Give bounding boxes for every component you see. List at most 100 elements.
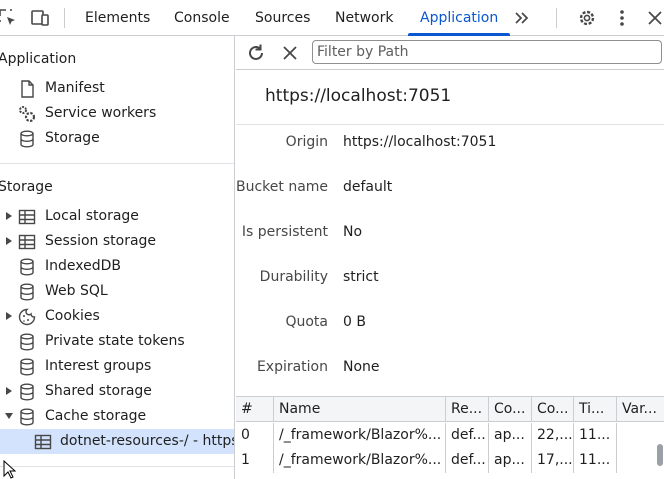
cell-name: /_framework/Blazor%... [274,448,446,473]
sidebar-item-dotnet-resources-cache[interactable]: dotnet-resources-/ - https [0,429,235,454]
sidebar-item-interest-groups[interactable]: Interest groups [0,354,234,379]
cell-content-length: 17,... [532,448,574,473]
column-header-content-length[interactable]: Co... [532,397,574,422]
devtools-tabbar: Elements Console Sources Network Applica… [0,0,664,36]
database-icon [20,130,34,148]
quota-key: Quota [285,314,328,330]
durability-value: strict [343,269,379,285]
column-header-time-cached[interactable]: Ti... [574,397,617,422]
column-header-content-type[interactable]: Co... [489,397,532,422]
origin-key: Origin [285,134,328,150]
cookie-icon [18,308,36,326]
sidebar-divider [0,466,234,467]
table-row[interactable]: 1 /_framework/Blazor%... def... ap... 17… [236,448,664,473]
expiration-value: None [343,359,380,375]
file-icon [21,80,34,98]
sidebar-item-indexeddb[interactable]: IndexedDB [0,254,234,279]
cell-time-cached: 11... [574,448,617,473]
filter-by-path-input[interactable] [312,40,662,64]
database-icon [20,333,34,351]
is-persistent-key: Is persistent [241,224,328,240]
cell-response-type: def... [446,448,489,473]
sidebar-item-storage[interactable]: Storage [0,126,234,151]
collapse-arrow-icon[interactable] [4,411,14,421]
title-divider [236,124,664,125]
table-row[interactable]: 0 /_framework/Blazor%... def... ap... 22… [236,423,664,448]
clear-icon[interactable] [280,43,300,63]
cell-content-type: ap... [489,448,532,473]
quota-value: 0 B [343,314,366,330]
kebab-menu-icon[interactable] [612,8,632,28]
cell-index: 0 [236,423,274,448]
sidebar-item-manifest[interactable]: Manifest [0,76,234,101]
sidebar-item-label: Session storage [45,233,157,249]
sidebar-item-cookies[interactable]: Cookies [0,304,234,329]
tab-elements[interactable]: Elements [85,0,150,36]
database-icon [20,283,34,301]
expand-arrow-icon[interactable] [4,386,14,396]
database-icon [20,383,34,401]
close-devtools-icon[interactable] [645,8,664,28]
application-sidebar: Application Manifest Service workers Sto… [0,36,235,479]
sidebar-item-local-storage[interactable]: Local storage [0,204,234,229]
sidebar-item-label: Web SQL [45,283,108,299]
tab-network[interactable]: Network [335,0,393,36]
toolbar-divider [556,8,557,28]
database-icon [20,408,34,426]
sidebar-item-label: IndexedDB [45,258,121,274]
tab-console[interactable]: Console [174,0,230,36]
sidebar-item-web-sql[interactable]: Web SQL [0,279,234,304]
tab-application[interactable]: Application [420,0,498,36]
mouse-cursor-icon [3,460,17,479]
cell-content-length: 22,... [532,423,574,448]
sidebar-item-label: Service workers [45,105,157,121]
sidebar-item-label: dotnet-resources-/ - https [60,433,235,449]
expand-arrow-icon[interactable] [4,311,14,321]
column-header-response-type[interactable]: Re... [446,397,489,422]
cell-response-type: def... [446,423,489,448]
expiration-key: Expiration [256,359,328,375]
settings-gear-icon[interactable] [577,8,597,28]
inspect-element-icon[interactable] [0,8,18,28]
more-tabs-chevron-icon[interactable] [512,8,532,28]
cell-index: 1 [236,448,274,473]
column-header-vary-header[interactable]: Var... [617,397,664,422]
tab-sources[interactable]: Sources [255,0,310,36]
sidebar-item-label: Manifest [45,80,105,96]
expand-arrow-icon[interactable] [4,236,14,246]
cache-entries-table: # Name Re... Co... Co... Ti... Var... 0 … [236,396,664,479]
cell-content-type: ap... [489,423,532,448]
sidebar-item-shared-storage[interactable]: Shared storage [0,379,234,404]
origin-value: https://localhost:7051 [343,134,497,150]
durability-key: Durability [259,269,328,285]
device-toolbar-icon[interactable] [30,8,50,28]
database-icon [20,258,34,276]
sidebar-item-label: Shared storage [45,383,152,399]
cell-time-cached: 11... [574,423,617,448]
toolbar-divider [64,8,65,28]
bucket-name-key: Bucket name [236,179,329,195]
table-icon [34,434,52,450]
gears-icon [19,106,36,123]
table-icon [18,209,36,225]
section-title-application: Application [0,51,77,67]
sidebar-divider [0,163,234,164]
table-header: # Name Re... Co... Co... Ti... Var... [236,397,664,422]
table-scrollbar-thumb[interactable] [657,444,663,466]
refresh-icon[interactable] [245,42,267,64]
section-title-storage: Storage [0,179,53,195]
sidebar-item-cache-storage[interactable]: Cache storage [0,404,234,429]
sidebar-item-label: Interest groups [45,358,152,374]
expand-arrow-icon[interactable] [4,211,14,221]
sidebar-item-private-state-tokens[interactable]: Private state tokens [0,329,234,354]
database-icon [20,358,34,376]
sidebar-item-service-workers[interactable]: Service workers [0,101,234,126]
sidebar-item-label: Storage [45,130,100,146]
table-icon [18,234,36,250]
table-scrollbar[interactable] [656,422,664,479]
column-header-index[interactable]: # [236,397,274,422]
origin-title: https://localhost:7051 [265,86,452,106]
sidebar-item-session-storage[interactable]: Session storage [0,229,234,254]
sidebar-item-label: Cookies [45,308,100,324]
column-header-name[interactable]: Name [274,397,446,422]
